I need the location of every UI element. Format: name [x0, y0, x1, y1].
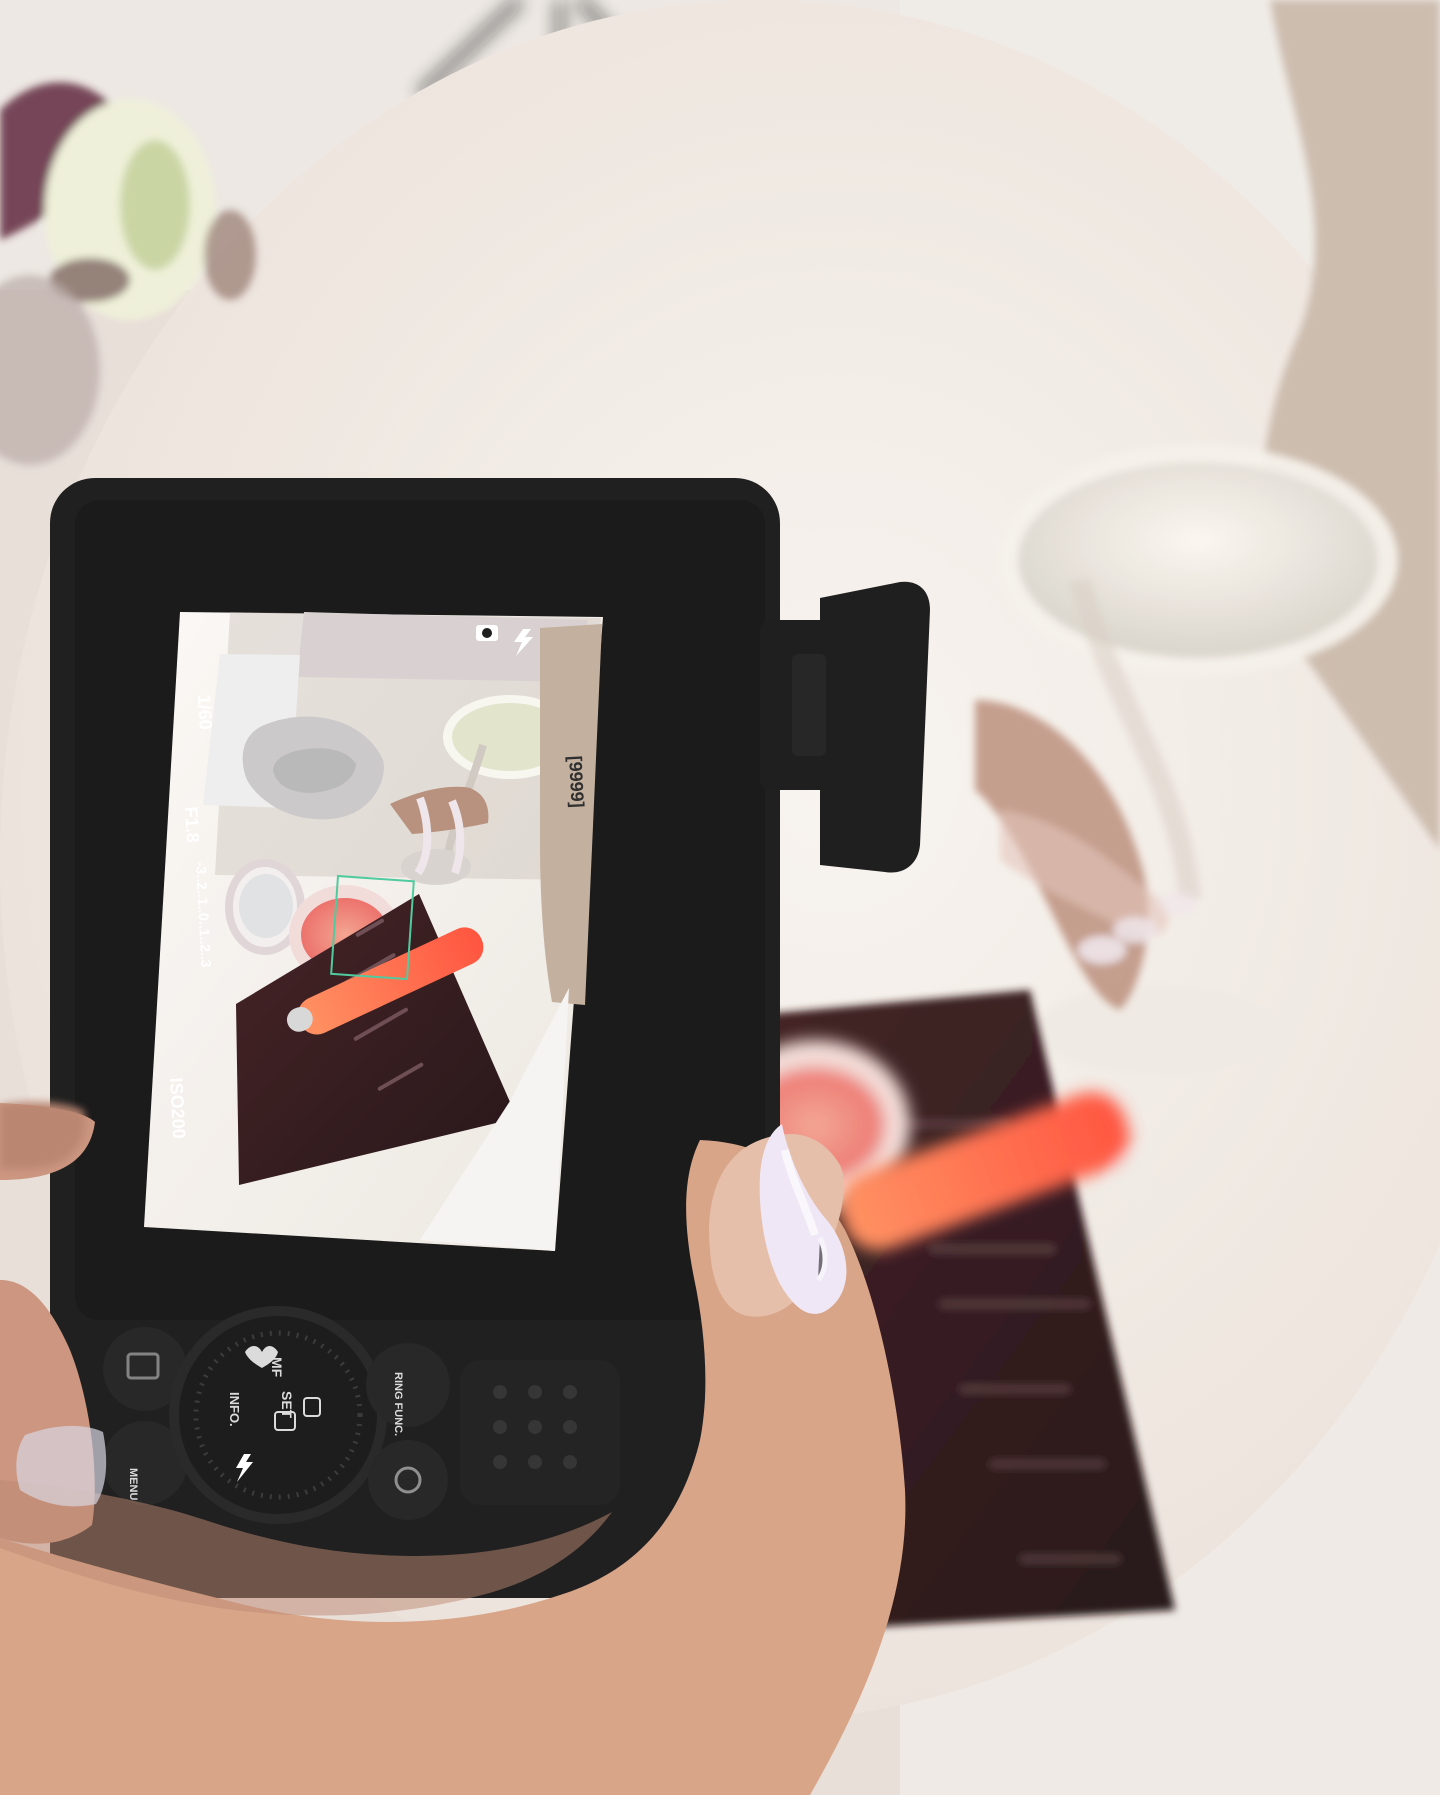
photo-scene: 1/60 F1.8 -3..2..1..0..1..2..3 ISO200 [9… — [0, 0, 1440, 1795]
lighting-overlay — [0, 0, 1440, 1795]
scene-svg: 1/60 F1.8 -3..2..1..0..1..2..3 ISO200 [9… — [0, 0, 1440, 1795]
